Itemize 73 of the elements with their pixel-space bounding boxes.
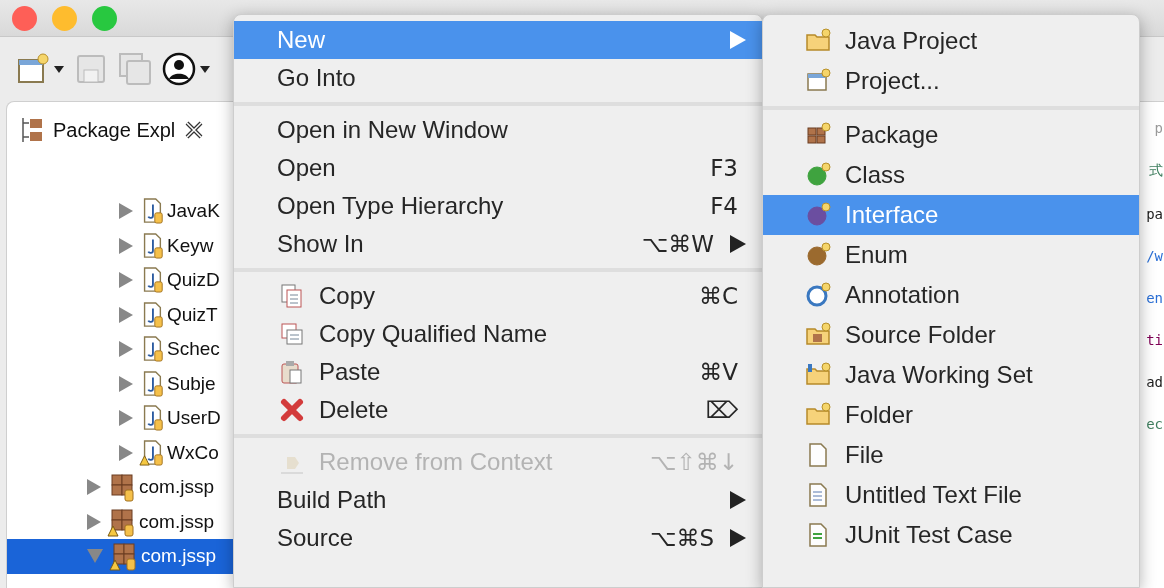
annotation-icon: [805, 282, 831, 308]
shortcut-label: ⌥⇧⌘↓: [649, 449, 738, 475]
menu-item[interactable]: Build Path: [234, 481, 762, 519]
copy-icon: [279, 283, 305, 309]
code-line: /w: [1146, 248, 1163, 264]
dropdown-caret-icon[interactable]: [54, 65, 64, 73]
shortcut-label: ⌘V: [699, 359, 738, 385]
source-folder-icon: [805, 322, 831, 348]
tree-item[interactable]: QuizD: [7, 263, 236, 298]
window-icon: [805, 68, 831, 94]
delete-icon: [279, 397, 305, 423]
shortcut-label: ⌥⌘W: [641, 231, 714, 257]
menu-item: Remove from Context ⌥⇧⌘↓: [234, 443, 762, 481]
menu-item[interactable]: JUnit Test Case: [763, 515, 1139, 555]
tree-item[interactable]: Schec: [7, 332, 236, 367]
menu-item[interactable]: Open in New Window: [234, 111, 762, 149]
shortcut-label: ⌥⌘S: [649, 525, 714, 551]
tree-item[interactable]: com.jssp: [7, 539, 236, 574]
folder-icon: [805, 402, 831, 428]
copy-icon: [279, 321, 305, 347]
menu-item[interactable]: Source ⌥⌘S: [234, 519, 762, 557]
new-window-icon[interactable]: [16, 52, 50, 86]
menu-item[interactable]: Delete ⌦: [234, 391, 762, 429]
tree-item[interactable]: com.jssp: [7, 470, 236, 505]
person-icon[interactable]: [162, 52, 196, 86]
shortcut-label: F3: [710, 155, 738, 181]
file-warning-icon: [139, 437, 165, 468]
menu-item[interactable]: Untitled Text File: [763, 475, 1139, 515]
code-line: p: [1154, 120, 1163, 136]
package-tree-icon: [19, 115, 45, 145]
package-warning-icon: [107, 506, 137, 537]
folder-icon: [805, 28, 831, 54]
menu-item[interactable]: File: [763, 435, 1139, 475]
menu-item[interactable]: Copy Qualified Name: [234, 315, 762, 353]
menu-item[interactable]: Project...: [763, 61, 1139, 101]
code-line: ec: [1146, 416, 1163, 432]
dropdown-caret-icon[interactable]: [200, 65, 210, 73]
menu-item[interactable]: Java Working Set: [763, 355, 1139, 395]
code-line: 式: [1149, 162, 1163, 180]
working-set-icon: [805, 362, 831, 388]
package-warning-icon: [109, 541, 139, 572]
menu-item[interactable]: Go Into: [234, 59, 762, 97]
view-tab-title[interactable]: Package Expl: [53, 118, 176, 142]
shortcut-label: ⌦: [705, 397, 738, 423]
code-line: pa: [1146, 206, 1163, 222]
class-icon: [805, 162, 831, 188]
clipboard-icon: [279, 359, 305, 385]
tree-item[interactable]: Keyw: [7, 228, 236, 263]
tree-item[interactable]: UserD: [7, 401, 236, 436]
window-control[interactable]: [92, 5, 117, 31]
code-line: en: [1146, 290, 1163, 306]
menu-item[interactable]: Annotation: [763, 275, 1139, 315]
menu-item[interactable]: Java Project: [763, 21, 1139, 61]
tree-item[interactable]: Subje: [7, 366, 236, 401]
menu-item[interactable]: Class: [763, 155, 1139, 195]
menu-item[interactable]: Copy ⌘C: [234, 277, 762, 315]
menu-item[interactable]: Folder: [763, 395, 1139, 435]
menu-item[interactable]: Package: [763, 115, 1139, 155]
window-control[interactable]: [12, 5, 37, 31]
tree-item[interactable]: QuizT: [7, 297, 236, 332]
menu-item[interactable]: Source Folder: [763, 315, 1139, 355]
shortcut-label: ⌘C: [698, 283, 738, 309]
shortcut-label: F4: [710, 193, 738, 219]
code-line: ad: [1146, 374, 1163, 390]
menu-item[interactable]: Paste ⌘V: [234, 353, 762, 391]
code-line: ti: [1146, 332, 1163, 348]
enum-icon: [805, 242, 831, 268]
tree-item[interactable]: JavaK: [7, 194, 236, 229]
tree-item[interactable]: WxCo: [7, 435, 236, 470]
menu-item[interactable]: Open Type Hierarchy F4: [234, 187, 762, 225]
interface-icon: [805, 202, 831, 228]
menu-item[interactable]: Enum: [763, 235, 1139, 275]
menu-item[interactable]: Open F3: [234, 149, 762, 187]
